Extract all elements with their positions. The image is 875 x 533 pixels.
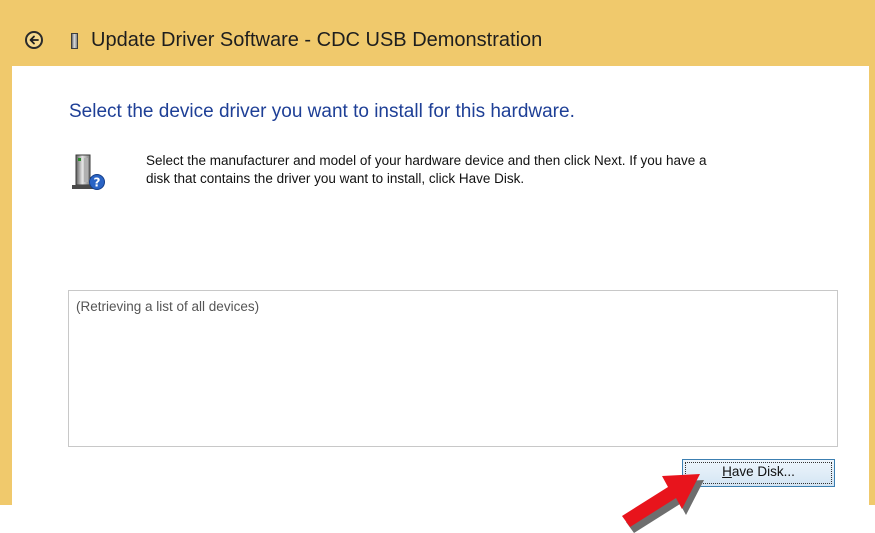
device-icon	[71, 33, 78, 49]
instruction-text: Select the manufacturer and model of you…	[146, 152, 836, 188]
window-title: Update Driver Software - CDC USB Demonst…	[91, 29, 543, 51]
wizard-content: Select the device driver you want to ins…	[12, 66, 869, 505]
red-pointer-arrow-icon	[622, 474, 704, 533]
device-list-status: (Retrieving a list of all devices)	[76, 299, 260, 314]
back-button[interactable]	[25, 31, 43, 49]
screenshot-stage: Update Driver Software - CDC USB Demonst…	[0, 0, 875, 533]
page-heading: Select the device driver you want to ins…	[69, 101, 575, 122]
back-arrow-icon	[29, 35, 39, 45]
hardware-help-icon: ?	[72, 154, 105, 190]
device-list-box[interactable]: (Retrieving a list of all devices)	[68, 290, 838, 447]
instruction-line-2: disk that contains the driver you want t…	[146, 171, 525, 186]
title-bar: Update Driver Software - CDC USB Demonst…	[0, 0, 875, 66]
dialog-window: Update Driver Software - CDC USB Demonst…	[0, 0, 875, 505]
svg-text:?: ?	[94, 176, 101, 190]
instruction-line-1: Select the manufacturer and model of you…	[146, 153, 707, 168]
